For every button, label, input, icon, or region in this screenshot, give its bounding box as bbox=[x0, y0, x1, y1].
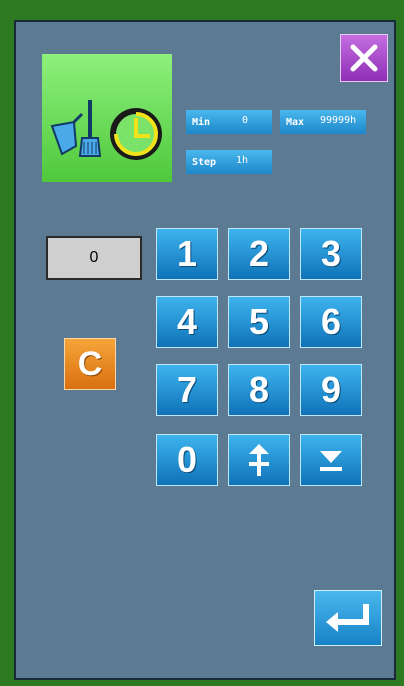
min-value: 0 bbox=[242, 115, 249, 126]
plus-up-arrow-icon bbox=[249, 444, 269, 476]
key-2[interactable]: 2 bbox=[228, 228, 290, 280]
increment-button[interactable] bbox=[228, 434, 290, 486]
close-icon bbox=[350, 44, 378, 72]
max-label: Max bbox=[286, 117, 305, 128]
key-9[interactable]: 9 bbox=[300, 364, 362, 416]
max-value: 99999h bbox=[320, 115, 357, 126]
min-param: Min 0 bbox=[186, 110, 272, 134]
enter-button[interactable] bbox=[314, 590, 382, 646]
step-param: Step 1h bbox=[186, 150, 272, 174]
key-8[interactable]: 8 bbox=[228, 364, 290, 416]
key-7[interactable]: 7 bbox=[156, 364, 218, 416]
key-1[interactable]: 1 bbox=[156, 228, 218, 280]
decrement-button[interactable] bbox=[300, 434, 362, 486]
key-3[interactable]: 3 bbox=[300, 228, 362, 280]
value-display: 0 bbox=[46, 236, 142, 280]
max-param: Max 99999h bbox=[280, 110, 366, 134]
key-4[interactable]: 4 bbox=[156, 296, 218, 348]
min-label: Min bbox=[192, 117, 211, 128]
clear-button[interactable]: C bbox=[64, 338, 116, 390]
broom-and-clock-icon bbox=[50, 100, 162, 160]
step-value: 1h bbox=[236, 155, 249, 166]
enter-icon bbox=[326, 604, 369, 632]
key-0[interactable]: 0 bbox=[156, 434, 218, 486]
step-label: Step bbox=[192, 157, 217, 168]
key-6[interactable]: 6 bbox=[300, 296, 362, 348]
down-arrow-icon bbox=[320, 451, 342, 471]
key-5[interactable]: 5 bbox=[228, 296, 290, 348]
close-button[interactable] bbox=[340, 34, 388, 82]
function-icon-tile bbox=[42, 54, 172, 182]
